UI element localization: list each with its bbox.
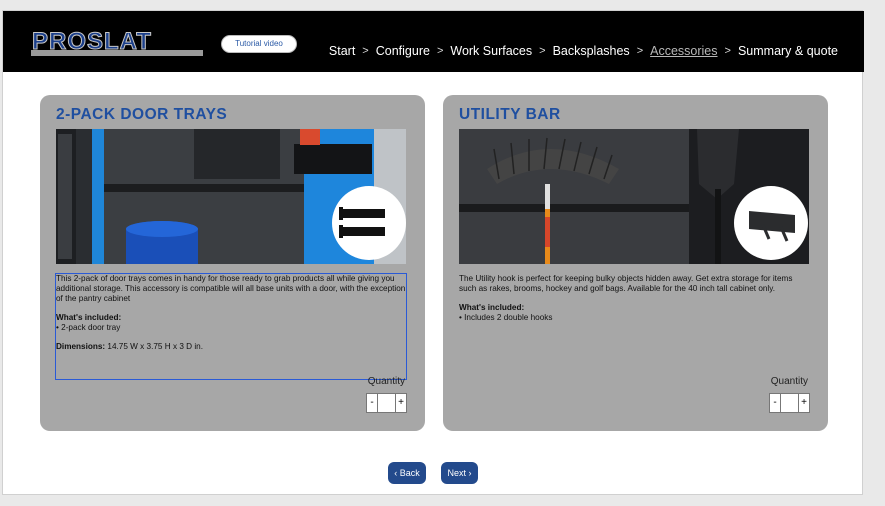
app-frame: PROSLAT Tutorial video Start > Configure… xyxy=(2,10,864,495)
decrement-button[interactable]: - xyxy=(366,393,378,413)
description-text: This 2-pack of door trays comes in handy… xyxy=(56,274,406,303)
decrement-button[interactable]: - xyxy=(769,393,781,413)
nav-item-accessories[interactable]: Accessories xyxy=(650,44,717,58)
nav-item-summary-quote[interactable]: Summary & quote xyxy=(738,44,838,58)
increment-button[interactable]: + xyxy=(395,393,407,413)
product-image-utility-bar xyxy=(459,129,809,264)
quantity-input[interactable] xyxy=(781,393,798,413)
nav-item-work-surfaces[interactable]: Work Surfaces xyxy=(450,44,532,58)
nav-item-configure[interactable]: Configure xyxy=(376,44,430,58)
chevron-right-icon: > xyxy=(436,45,444,57)
included-item: • Includes 2 double hooks xyxy=(459,313,553,322)
door-trays-photo xyxy=(56,129,406,264)
included-heading: What's included: xyxy=(459,303,525,312)
next-button[interactable]: Next › xyxy=(441,462,478,484)
product-description: This 2-pack of door trays comes in handy… xyxy=(55,273,407,380)
included-heading: What's included: xyxy=(56,313,122,322)
chevron-right-icon: > xyxy=(539,45,546,57)
chevron-right-icon: > xyxy=(636,45,644,57)
included-item: • 2-pack door tray xyxy=(56,323,121,332)
back-button[interactable]: ‹ Back xyxy=(388,462,426,484)
product-card-door-trays: 2-PACK DOOR TRAYS This 2-pack of door tr… xyxy=(40,95,425,431)
dimensions-line: Dimensions: 14.75 W x 3.75 H x 3 D in. xyxy=(56,342,406,352)
quantity-stepper: - + xyxy=(366,393,407,413)
proslat-logo: PROSLAT xyxy=(29,28,205,56)
dimensions-value: 14.75 W x 3.75 H x 3 D in. xyxy=(105,342,203,351)
description-text: The Utility hook is perfect for keeping … xyxy=(459,274,793,293)
tutorial-video-button[interactable]: Tutorial video xyxy=(221,35,297,53)
product-description: The Utility hook is perfect for keeping … xyxy=(459,274,809,332)
top-header: PROSLAT Tutorial video Start > Configure… xyxy=(3,11,864,72)
increment-button[interactable]: + xyxy=(798,393,810,413)
product-card-utility-bar: UTILITY BAR The Utility hook is perfect … xyxy=(443,95,828,431)
quantity-input[interactable] xyxy=(378,393,395,413)
quantity-label: Quantity xyxy=(770,376,808,387)
dimensions-label: Dimensions: xyxy=(56,342,106,351)
product-title: UTILITY BAR xyxy=(459,106,561,123)
chevron-right-icon: > xyxy=(724,45,731,57)
product-title: 2-PACK DOOR TRAYS xyxy=(56,106,228,123)
logo-text: PROSLAT xyxy=(32,28,152,55)
breadcrumb-nav: Start > Configure > Work Surfaces > Back… xyxy=(329,44,838,58)
utility-bar-photo xyxy=(459,129,809,264)
quantity-stepper: - + xyxy=(769,393,810,413)
product-image-door-trays xyxy=(56,129,406,264)
nav-item-start[interactable]: Start xyxy=(329,44,355,58)
nav-item-backsplashes[interactable]: Backsplashes xyxy=(553,44,630,58)
chevron-right-icon: > xyxy=(362,45,369,57)
quantity-label: Quantity xyxy=(367,376,405,387)
